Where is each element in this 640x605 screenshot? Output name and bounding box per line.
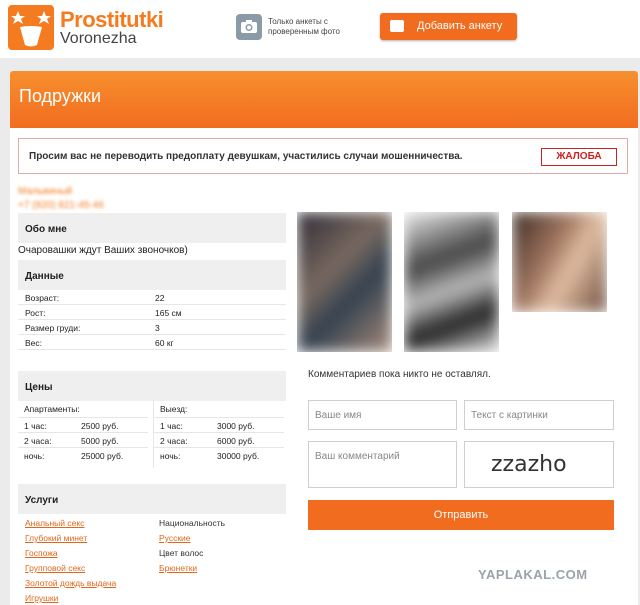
data-row: Рост: 165 см [18,305,286,320]
about-heading-label: Обо мне [25,224,67,235]
data-row: Размер груди: 3 [18,320,286,335]
page-title: Подружки [19,86,102,106]
hair-color-link[interactable]: Брюнетки [159,563,197,573]
category-banner: Подружки [10,71,638,128]
site-header: Prostitutki Voronezha Только анкеты с пр… [0,0,640,58]
watermark: YAPLAKAL.COM [478,567,588,582]
captcha-input[interactable]: Текст с картинки [464,400,614,430]
price-label: 2 часа: [160,436,188,446]
service-link[interactable]: Анальный секс [25,518,84,528]
captcha-text: zzazho [491,452,567,477]
verified-photos-filter[interactable]: Только анкеты с проверенным фото [236,14,366,44]
service-link[interactable]: Госпожа [25,548,58,558]
add-profile-button[interactable]: Добавить анкету [380,13,517,40]
prices-heading-label: Цены [25,382,53,393]
service-link[interactable]: Золотой дождь выдача [25,578,116,588]
data-value: 22 [155,293,165,303]
services-heading-label: Услуги [25,495,59,506]
price-row: 2 часа: 6000 руб. [154,432,284,447]
price-row: ночь: 30000 руб. [154,447,284,462]
verified-text: Только анкеты с проверенным фото [268,17,340,36]
price-value: 2500 руб. [81,421,119,431]
profile-card-icon [390,20,404,32]
service-link[interactable]: Игрушки [25,593,58,603]
nationality-link[interactable]: Русские [159,533,191,543]
complain-button[interactable]: ЖАЛОБА [541,148,617,166]
no-comments-text: Комментариев пока никто не оставлял. [308,369,491,380]
add-profile-label: Добавить анкету [417,20,503,32]
price-value: 25000 руб. [81,451,124,461]
price-value: 30000 руб. [217,451,260,461]
nationality-label: Национальность [159,518,226,528]
service-link[interactable]: Групповой секс [25,563,85,573]
price-label: 1 час: [24,421,47,431]
price-apartments: Апартаменты: 1 час: 2500 руб. 2 часа: 5000… [18,400,152,468]
camera-icon [236,14,262,40]
profile-photo[interactable] [404,212,499,352]
price-label: 1 час: [160,421,183,431]
about-text: Очаровашки ждут Ваших звоночков) [18,245,188,256]
price-label: ночь: [160,451,181,461]
data-label: Рост: [25,308,46,318]
price-row: 1 час: 3000 руб. [154,417,284,432]
service-link[interactable]: Глубокий минет [25,533,87,543]
price-value: 3000 руб. [217,421,255,431]
profile-photo[interactable] [512,212,607,312]
price-row: ночь: 25000 руб. [18,447,148,462]
data-row: Возраст: 22 [18,290,286,305]
data-row: Вес: 60 кг [18,335,286,350]
submit-button[interactable]: Отправить [308,500,614,530]
hair-color-label: Цвет волос [159,548,204,558]
comment-placeholder: Ваш комментарий [315,451,400,462]
captcha-image: zzazho [464,441,614,488]
name-input-placeholder: Ваше имя [315,410,362,421]
comment-textarea[interactable]: Ваш комментарий [308,441,457,488]
fraud-warning: Просим вас не переводить предоплату деву… [18,138,628,174]
price-outcall: Выезд: 1 час: 3000 руб. 2 часа: 6000 руб. … [153,400,287,468]
price-row: 1 час: 2500 руб. [18,417,148,432]
data-label: Возраст: [25,293,60,303]
profile-photo[interactable] [297,212,392,352]
price-outcall-title: Выезд: [160,404,188,414]
name-input[interactable]: Ваше имя [308,400,457,430]
price-row: 2 часа: 5000 руб. [18,432,148,447]
logo-subtitle[interactable]: Voronezha [60,30,137,48]
data-heading-label: Данные [25,271,64,282]
captcha-input-placeholder: Текст с картинки [471,410,548,421]
warning-text: Просим вас не переводить предоплату деву… [29,151,463,162]
prices-heading: Цены [18,371,286,401]
data-label: Размер груди: [25,323,81,333]
data-label: Вес: [25,338,43,348]
price-apartments-title: Апартаменты: [24,404,80,414]
price-label: ночь: [24,451,45,461]
logo-icon[interactable] [8,5,54,50]
profile-phone-link[interactable]: +7 (920) 821-45-46 [18,200,104,211]
price-value: 5000 руб. [81,436,119,446]
about-heading: Обо мне [18,213,286,243]
profile-name-link[interactable]: Мальвиный [18,186,72,197]
data-value: 60 кг [155,338,174,348]
data-heading: Данные [18,260,286,290]
price-value: 6000 руб. [217,436,255,446]
data-value: 165 см [155,308,182,318]
price-label: 2 часа: [24,436,52,446]
services-heading: Услуги [18,484,286,514]
profile-panel: Просим вас не переводить предоплату деву… [10,128,638,605]
data-value: 3 [155,323,160,333]
